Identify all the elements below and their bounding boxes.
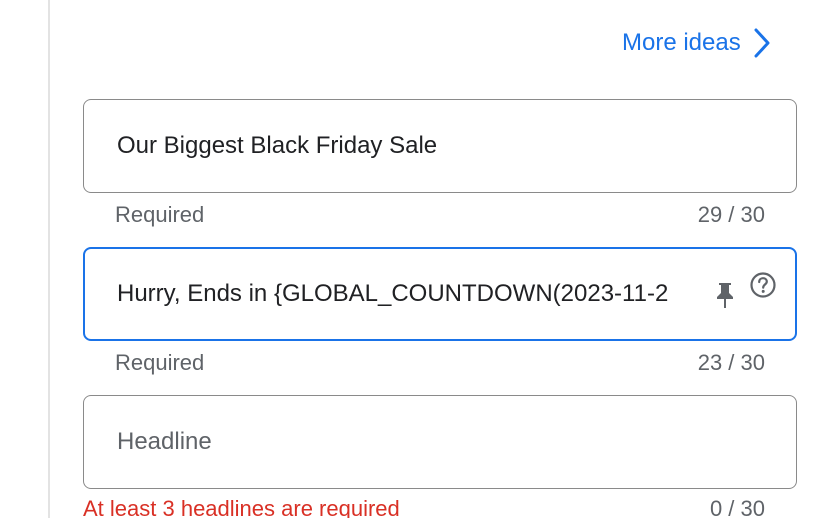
- headline-1-helper-row: Required 29 / 30: [115, 202, 765, 228]
- help-icon[interactable]: [749, 271, 777, 304]
- headline-input-2-value: Hurry, Ends in {GLOBAL_COUNTDOWN(2023-11…: [117, 280, 669, 307]
- more-ideas-label: More ideas: [622, 29, 741, 56]
- more-ideas-link[interactable]: More ideas: [622, 26, 771, 60]
- chevron-right-icon: [753, 28, 771, 58]
- panel-divider: [48, 0, 50, 518]
- headline-input-2[interactable]: Hurry, Ends in {GLOBAL_COUNTDOWN(2023-11…: [83, 247, 797, 341]
- headline-input-3-placeholder: Headline: [117, 428, 212, 455]
- headline-input-1-value: Our Biggest Black Friday Sale: [117, 132, 438, 159]
- headline-editor-panel: More ideas Our Biggest Black Friday Sale…: [0, 0, 818, 518]
- headline-1-helper-text: Required: [115, 202, 205, 227]
- headline-2-helper-text: Required: [115, 350, 205, 375]
- headline-2-char-counter: 23 / 30: [697, 350, 765, 375]
- headline-3-char-counter: 0 / 30: [709, 496, 765, 518]
- headline-3-helper-row: At least 3 headlines are required 0 / 30: [83, 496, 765, 518]
- headline-3-error-text: At least 3 headlines are required: [83, 496, 400, 518]
- headline-input-3[interactable]: Headline: [83, 395, 797, 489]
- headline-2-helper-row: Required 23 / 30: [115, 350, 765, 376]
- headline-input-1[interactable]: Our Biggest Black Friday Sale: [83, 99, 797, 193]
- headline-1-char-counter: 29 / 30: [697, 202, 765, 227]
- pin-icon[interactable]: [715, 281, 735, 314]
- headline-2-icons: [715, 271, 777, 314]
